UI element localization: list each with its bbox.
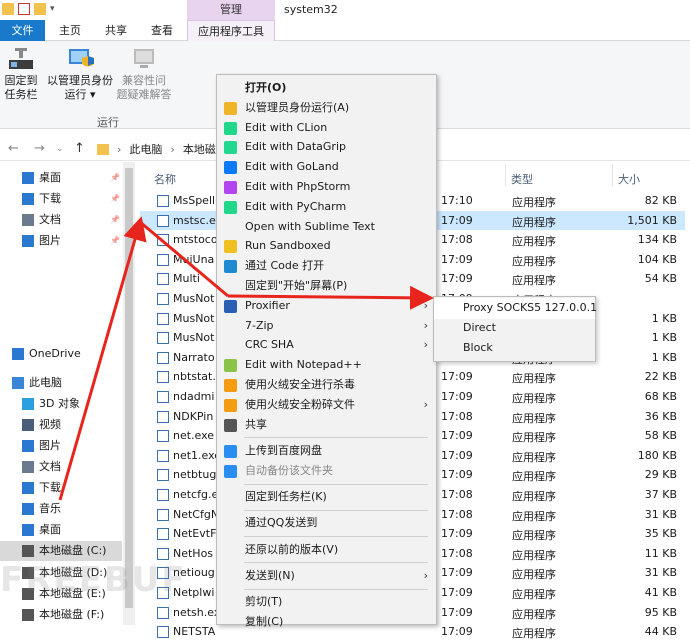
- application-icon: [157, 626, 169, 639]
- file-name: NETSTA: [173, 625, 216, 639]
- file-type: 应用程序: [512, 627, 556, 641]
- annotation-arrow: [227, 285, 434, 310]
- annotation-arrow: [58, 216, 147, 501]
- file-modified-time: 17:09: [441, 625, 473, 639]
- file-size: 44 KB: [644, 625, 677, 639]
- annotation-arrows: [58, 216, 434, 501]
- annotation-arrow: [139, 220, 229, 298]
